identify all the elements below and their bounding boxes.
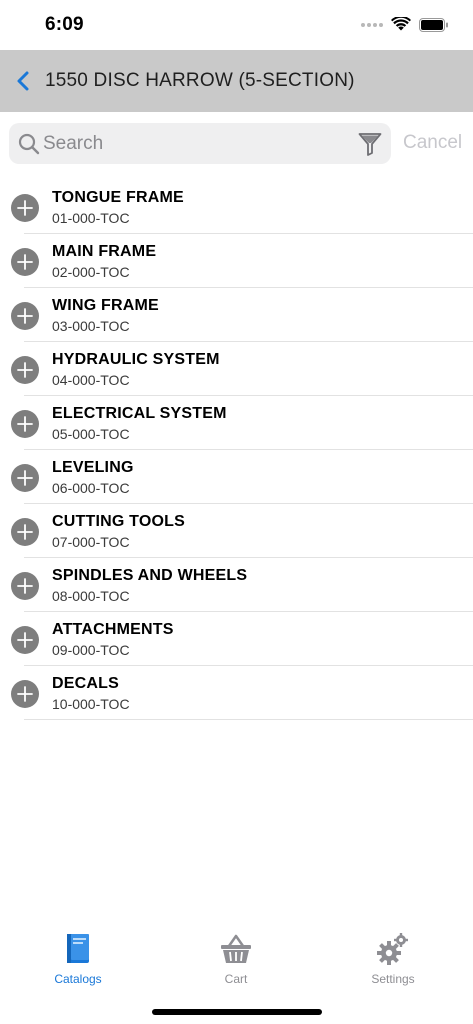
cancel-button[interactable]: Cancel — [403, 132, 462, 154]
add-circle-icon[interactable] — [11, 572, 39, 600]
plus-icon — [17, 578, 33, 594]
catalog-section-list: TONGUE FRAME 01-000-TOC MAIN FRAME 02-000-T… — [0, 180, 473, 720]
list-item-title: SPINDLES AND WHEELS — [52, 567, 248, 584]
wifi-icon — [391, 17, 411, 31]
list-item-title: HYDRAULIC SYSTEM — [52, 351, 220, 368]
list-item[interactable]: TONGUE FRAME 01-000-TOC — [0, 180, 473, 234]
plus-icon — [17, 308, 33, 324]
add-circle-icon[interactable] — [11, 626, 39, 654]
list-item-code: 08-000-TOC — [52, 588, 130, 604]
list-divider — [24, 719, 473, 720]
plus-icon — [17, 686, 33, 702]
tab-settings[interactable]: Settings — [333, 932, 453, 988]
list-item-title: ATTACHMENTS — [52, 621, 174, 638]
navigation-bar: 1550 DISC HARROW (5-SECTION) — [0, 50, 473, 112]
list-item[interactable]: HYDRAULIC SYSTEM 04-000-TOC — [0, 342, 473, 396]
list-item-code: 03-000-TOC — [52, 318, 130, 334]
list-item-code: 06-000-TOC — [52, 480, 130, 496]
add-circle-icon[interactable] — [11, 356, 39, 384]
list-item[interactable]: WING FRAME 03-000-TOC — [0, 288, 473, 342]
add-circle-icon[interactable] — [11, 518, 39, 546]
list-item-code: 04-000-TOC — [52, 372, 130, 388]
list-item-title: CUTTING TOOLS — [52, 513, 185, 530]
list-item-code: 01-000-TOC — [52, 210, 130, 226]
list-item-title: ELECTRICAL SYSTEM — [52, 405, 227, 422]
plus-icon — [17, 632, 33, 648]
plus-icon — [17, 200, 33, 216]
list-item-title: LEVELING — [52, 459, 134, 476]
plus-icon — [17, 524, 33, 540]
tab-settings-label: Settings — [371, 972, 415, 986]
basket-icon — [221, 934, 251, 963]
list-item-title: TONGUE FRAME — [52, 189, 184, 206]
search-row: Cancel — [0, 112, 473, 176]
chevron-left-icon — [17, 71, 29, 91]
home-indicator[interactable] — [152, 1009, 322, 1015]
add-circle-icon[interactable] — [11, 410, 39, 438]
cellular-signal-icon — [361, 22, 383, 27]
plus-icon — [17, 416, 33, 432]
list-item-code: 05-000-TOC — [52, 426, 130, 442]
list-item[interactable]: SPINDLES AND WHEELS 08-000-TOC — [0, 558, 473, 612]
catalog-book-icon — [67, 934, 89, 963]
tab-catalogs[interactable]: Catalogs — [18, 932, 138, 988]
list-item[interactable]: MAIN FRAME 02-000-TOC — [0, 234, 473, 288]
add-circle-icon[interactable] — [11, 464, 39, 492]
list-item-code: 09-000-TOC — [52, 642, 130, 658]
status-time: 6:09 — [45, 14, 84, 35]
list-item[interactable]: ELECTRICAL SYSTEM 05-000-TOC — [0, 396, 473, 450]
tab-catalogs-label: Catalogs — [54, 972, 102, 986]
search-icon — [18, 133, 40, 155]
status-bar: 6:09 — [0, 0, 473, 50]
status-icons — [361, 17, 449, 32]
page-title: 1550 DISC HARROW (5-SECTION) — [45, 70, 355, 91]
search-box[interactable] — [9, 123, 391, 164]
back-button[interactable] — [12, 67, 36, 95]
tab-cart[interactable]: Cart — [176, 932, 296, 988]
list-item[interactable]: LEVELING 06-000-TOC — [0, 450, 473, 504]
list-item-code: 07-000-TOC — [52, 534, 130, 550]
add-circle-icon[interactable] — [11, 194, 39, 222]
battery-icon — [419, 17, 448, 32]
list-item[interactable]: DECALS 10-000-TOC — [0, 666, 473, 720]
list-item[interactable]: CUTTING TOOLS 07-000-TOC — [0, 504, 473, 558]
add-circle-icon[interactable] — [11, 680, 39, 708]
plus-icon — [17, 470, 33, 486]
gears-icon — [377, 933, 408, 965]
list-item-title: WING FRAME — [52, 297, 159, 314]
plus-icon — [17, 362, 33, 378]
list-item-title: DECALS — [52, 675, 119, 692]
list-item-code: 10-000-TOC — [52, 696, 130, 712]
add-circle-icon[interactable] — [11, 302, 39, 330]
list-item-title: MAIN FRAME — [52, 243, 157, 260]
add-circle-icon[interactable] — [11, 248, 39, 276]
plus-icon — [17, 254, 33, 270]
list-item[interactable]: ATTACHMENTS 09-000-TOC — [0, 612, 473, 666]
search-input[interactable] — [43, 123, 343, 164]
list-item-code: 02-000-TOC — [52, 264, 130, 280]
tab-cart-label: Cart — [224, 972, 248, 986]
filter-icon[interactable] — [358, 132, 382, 156]
